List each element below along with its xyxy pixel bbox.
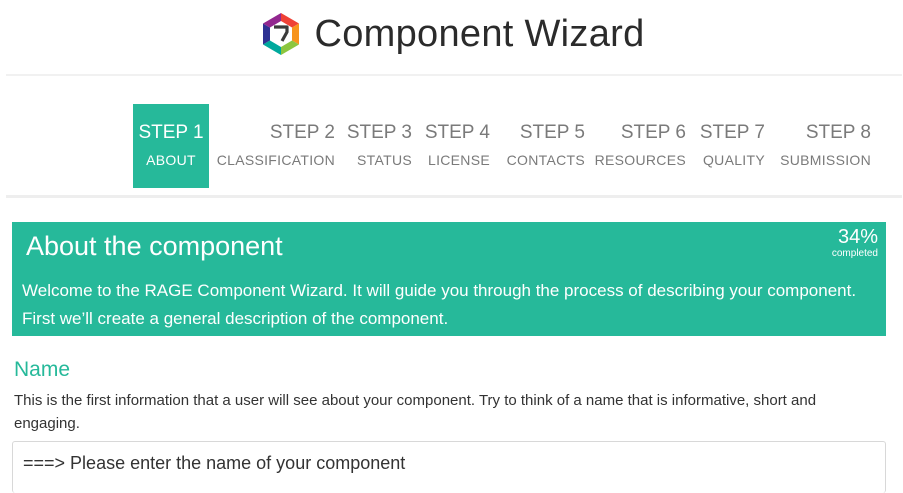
step-number: STEP 2 <box>269 122 335 143</box>
step-1-about[interactable]: STEP 1 ABOUT <box>133 104 209 188</box>
step-label: ABOUT <box>146 152 196 168</box>
step-number: STEP 5 <box>519 122 585 143</box>
name-section-help: This is the first information that a use… <box>14 392 817 432</box>
step-label: QUALITY <box>702 152 765 168</box>
step-number: STEP 4 <box>424 122 490 143</box>
step-7-quality[interactable]: STEP 7 QUALITY <box>700 104 765 188</box>
app-title: Component Wizard <box>314 12 645 55</box>
header-divider <box>6 74 902 76</box>
step-label: SUBMISSION <box>780 152 871 168</box>
app-header: Component Wizard <box>0 0 903 68</box>
about-banner: About the component 34% completed Welcom… <box>12 222 886 336</box>
wizard-steps-nav: STEP 1 ABOUT STEP 2 CLASSIFICATION STEP … <box>0 104 903 188</box>
step-label: STATUS <box>357 152 412 168</box>
component-name-input[interactable] <box>12 441 886 493</box>
step-label: RESOURCES <box>594 152 686 168</box>
step-number: STEP 7 <box>699 122 765 143</box>
step-number: STEP 6 <box>620 122 686 143</box>
banner-title: About the component <box>26 231 283 261</box>
progress-caption: completed <box>831 248 878 259</box>
step-number: STEP 8 <box>805 122 871 143</box>
steps-divider <box>6 195 902 198</box>
step-4-license[interactable]: STEP 4 LICENSE <box>424 104 490 188</box>
step-label: CLASSIFICATION <box>216 152 335 168</box>
step-8-submission[interactable]: STEP 8 SUBMISSION <box>780 104 871 188</box>
step-5-contacts[interactable]: STEP 5 CONTACTS <box>505 104 585 188</box>
step-3-status[interactable]: STEP 3 STATUS <box>346 104 412 188</box>
name-section-title: Name <box>14 358 71 381</box>
step-label: CONTACTS <box>506 152 585 168</box>
step-2-classification[interactable]: STEP 2 CLASSIFICATION <box>216 104 335 188</box>
step-6-resources[interactable]: STEP 6 RESOURCES <box>594 104 686 188</box>
rage-logo-icon <box>263 13 300 55</box>
step-number: STEP 3 <box>346 122 412 143</box>
step-label: LICENSE <box>427 152 490 168</box>
banner-welcome-text: Welcome to the RAGE Component Wizard. It… <box>22 281 857 328</box>
progress-value: 34% <box>837 226 878 248</box>
step-number: STEP 1 <box>138 122 204 143</box>
progress-indicator: 34% completed <box>832 226 878 259</box>
